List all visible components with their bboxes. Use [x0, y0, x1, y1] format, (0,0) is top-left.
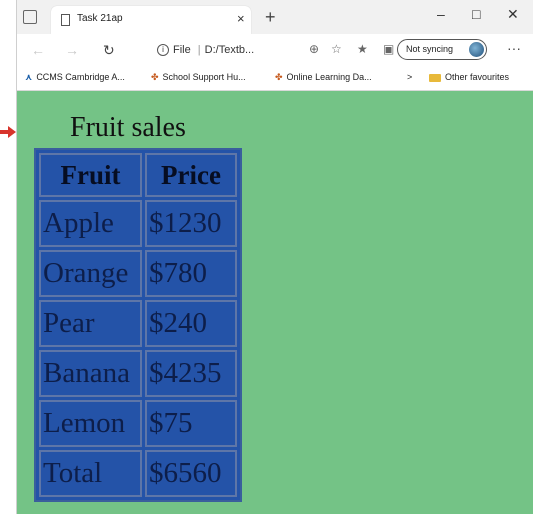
browser-window: Task 21ap × + – □ ✕ ← → ↻ i File | D:/Text… — [16, 0, 533, 514]
zoom-icon[interactable]: ⊕ — [309, 42, 319, 56]
table-row-total: Total $6560 — [39, 450, 237, 497]
fruit-cell: Banana — [39, 350, 142, 397]
price-cell: $780 — [145, 250, 237, 297]
page-content: Fruit sales Fruit Price Apple $1230 Oran… — [17, 91, 533, 514]
maximize-button[interactable]: □ — [472, 6, 480, 22]
minimize-button[interactable]: – — [437, 6, 445, 22]
info-icon[interactable]: i — [157, 44, 169, 57]
ccms-logo-icon: ⋏ — [25, 72, 33, 82]
table-row: Banana $4235 — [39, 350, 237, 397]
tab-strip: Task 21ap × + – □ ✕ — [17, 0, 533, 34]
new-tab-button[interactable]: + — [265, 7, 276, 28]
price-cell: $1230 — [145, 200, 237, 247]
favourite-label: School Support Hu... — [162, 72, 246, 82]
other-favourites-label: Other favourites — [445, 72, 510, 82]
page-icon — [61, 14, 70, 26]
favourite-online-learning[interactable]: ✤ Online Learning Da... — [275, 72, 372, 83]
navigation-toolbar: ← → ↻ i File | D:/Textb... ⊕ ☆ ★ ▣ Not syn… — [17, 34, 533, 66]
tab-close-button[interactable]: × — [237, 11, 245, 26]
profile-sync-button[interactable]: Not syncing — [397, 39, 487, 60]
table-header-row: Fruit Price — [39, 153, 237, 197]
address-scheme: File — [173, 44, 191, 56]
table-row: Pear $240 — [39, 300, 237, 347]
price-cell: $75 — [145, 400, 237, 447]
refresh-button[interactable]: ↻ — [103, 42, 115, 59]
folder-icon — [429, 73, 441, 82]
close-window-button[interactable]: ✕ — [507, 6, 519, 23]
fruit-cell: Total — [39, 450, 142, 497]
price-cell: $240 — [145, 300, 237, 347]
fruit-cell: Pear — [39, 300, 142, 347]
favourites-icon[interactable]: ★ — [357, 42, 368, 56]
avatar — [469, 42, 484, 57]
table-row: Apple $1230 — [39, 200, 237, 247]
settings-more-button[interactable]: ··· — [507, 40, 521, 56]
address-bar[interactable]: i File | D:/Textb... — [157, 39, 275, 61]
price-cell: $6560 — [145, 450, 237, 497]
favourite-label: CCMS Cambridge A... — [36, 72, 125, 82]
favourites-bar: ⋏ CCMS Cambridge A... ✤ School Support Hu.… — [17, 66, 533, 91]
column-header-price: Price — [145, 153, 237, 197]
add-favourite-star-icon[interactable]: ☆ — [331, 42, 342, 56]
fruit-cell: Lemon — [39, 400, 142, 447]
tab-actions-icon[interactable] — [23, 10, 37, 24]
page-title: Fruit sales — [70, 112, 186, 143]
fruit-cell: Orange — [39, 250, 142, 297]
table-row: Lemon $75 — [39, 400, 237, 447]
table-row: Orange $780 — [39, 250, 237, 297]
fruit-cell: Apple — [39, 200, 142, 247]
more-favourites-chevron[interactable]: > — [407, 72, 412, 82]
back-button[interactable]: ← — [31, 42, 45, 58]
price-cell: $4235 — [145, 350, 237, 397]
tab-task-21ap[interactable]: Task 21ap × — [51, 6, 251, 34]
favourite-label: Online Learning Da... — [286, 72, 372, 82]
favourite-ccms[interactable]: ⋏ CCMS Cambridge A... — [25, 72, 125, 83]
paw-icon: ✤ — [151, 72, 159, 82]
fruit-sales-table: Fruit Price Apple $1230 Orange $780 Pear… — [34, 148, 242, 502]
address-path: D:/Textb... — [204, 44, 255, 56]
favourite-school-support[interactable]: ✤ School Support Hu... — [151, 72, 246, 83]
forward-button[interactable]: → — [65, 42, 79, 58]
column-header-fruit: Fruit — [39, 153, 142, 197]
tab-title: Task 21ap — [77, 13, 123, 24]
other-favourites[interactable]: Other favourites — [429, 72, 509, 82]
sync-label: Not syncing — [406, 44, 454, 54]
paw-icon: ✤ — [275, 72, 283, 82]
collections-icon[interactable]: ▣ — [383, 42, 394, 56]
red-arrow-icon — [0, 126, 16, 138]
